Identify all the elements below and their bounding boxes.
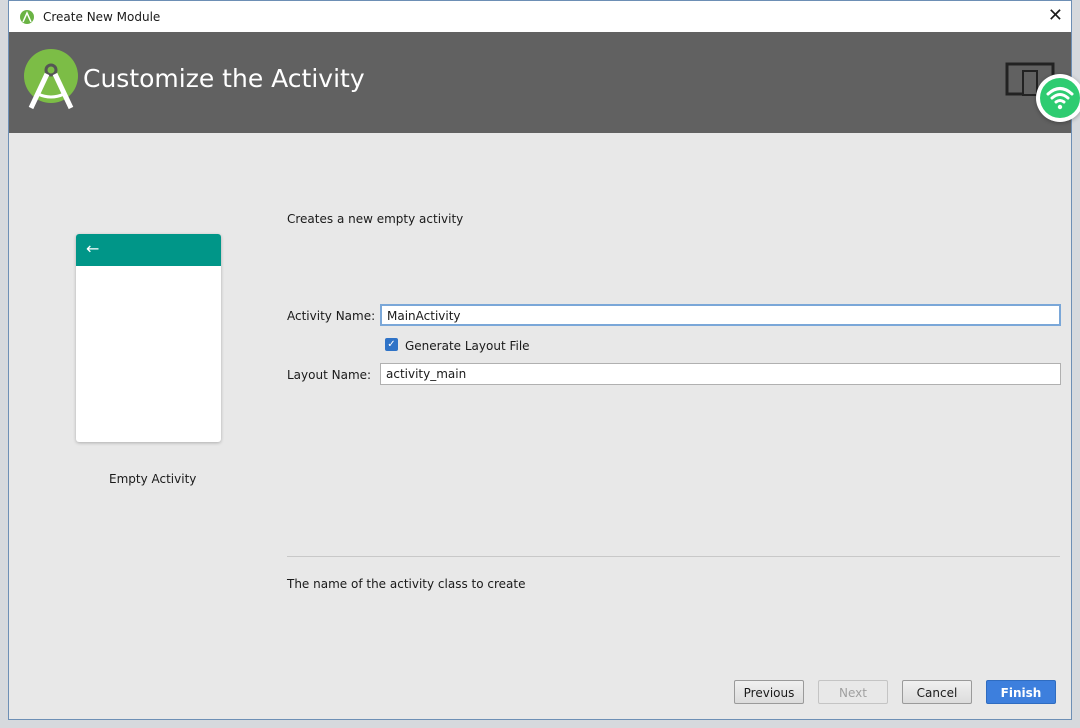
previous-button[interactable]: Previous — [734, 680, 804, 704]
activity-name-input[interactable]: MainActivity — [380, 304, 1061, 326]
next-button[interactable]: Next — [818, 680, 888, 704]
title-bar: Create New Module ✕ — [9, 1, 1071, 32]
layout-name-label: Layout Name: — [287, 368, 372, 382]
activity-name-label: Activity Name: — [287, 309, 376, 323]
page-title: Customize the Activity — [83, 64, 365, 93]
layout-name-input[interactable]: activity_main — [380, 363, 1061, 385]
template-name: Empty Activity — [109, 472, 197, 486]
close-icon[interactable]: ✕ — [1048, 5, 1063, 26]
android-studio-logo — [24, 49, 78, 110]
back-arrow-icon: ← — [76, 234, 221, 266]
finish-button[interactable]: Finish — [986, 680, 1056, 704]
generate-layout-label: Generate Layout File — [405, 339, 530, 353]
android-studio-icon — [20, 9, 34, 24]
window-title: Create New Module — [43, 9, 161, 24]
wifi-widget[interactable] — [1036, 74, 1080, 122]
generate-layout-checkbox[interactable]: ✓ — [385, 338, 398, 351]
divider — [287, 556, 1060, 557]
activity-preview[interactable]: ← — [76, 234, 221, 442]
create-module-dialog: Create New Module ✕ Customize the Activi… — [8, 0, 1072, 720]
help-text: The name of the activity class to create — [287, 577, 526, 591]
wifi-icon — [1040, 78, 1080, 118]
description: Creates a new empty activity — [287, 212, 464, 226]
cancel-button[interactable]: Cancel — [902, 680, 972, 704]
header-banner: Customize the Activity — [9, 32, 1071, 133]
